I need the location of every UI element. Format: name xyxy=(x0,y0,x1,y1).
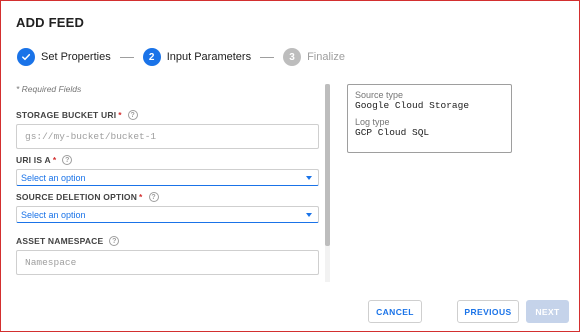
log-type-label: Log type xyxy=(355,117,390,127)
help-icon[interactable]: ? xyxy=(109,236,120,246)
previous-button[interactable]: PREVIOUS xyxy=(457,300,519,323)
source-type-label: Source type xyxy=(355,90,404,100)
uri-is-a-label: URI IS A * ? xyxy=(16,155,73,165)
step-set-properties[interactable]: Set Properties xyxy=(17,48,111,66)
check-icon xyxy=(17,48,35,66)
step-number: 3 xyxy=(283,48,302,66)
step-number: 2 xyxy=(142,48,161,66)
asset-namespace-label: ASSET NAMESPACE ? xyxy=(16,236,120,246)
step-label: Finalize xyxy=(307,51,345,63)
storage-bucket-uri-input[interactable]: gs://my-bucket/bucket-1 xyxy=(16,124,319,149)
caret-down-icon xyxy=(306,212,312,217)
storage-bucket-uri-label: STORAGE BUCKET URI * ? xyxy=(16,110,138,120)
scrollbar-thumb[interactable] xyxy=(325,84,330,246)
uri-is-a-select[interactable]: Select an option xyxy=(16,169,319,186)
step-finalize: 3 Finalize xyxy=(283,48,345,66)
required-fields-note: * Required Fields xyxy=(16,84,82,94)
step-label: Input Parameters xyxy=(166,51,252,63)
caret-down-icon xyxy=(306,175,312,180)
source-deletion-option-label: SOURCE DELETION OPTION * ? xyxy=(16,192,159,202)
help-icon[interactable]: ? xyxy=(127,110,138,120)
stepper: Set Properties 2 Input Parameters 3 Fina… xyxy=(17,46,345,68)
step-divider xyxy=(260,56,275,58)
help-icon[interactable]: ? xyxy=(62,155,73,165)
step-divider xyxy=(119,56,134,58)
step-label: Set Properties xyxy=(41,51,111,63)
next-button[interactable]: NEXT xyxy=(526,300,569,323)
source-type-value: Google Cloud Storage xyxy=(355,100,470,111)
feed-info-panel: Source type Google Cloud Storage Log typ… xyxy=(347,84,512,153)
log-type-value: GCP Cloud SQL xyxy=(355,127,430,138)
source-deletion-option-select[interactable]: Select an option xyxy=(16,206,319,223)
step-input-parameters[interactable]: 2 Input Parameters xyxy=(142,48,252,66)
cancel-button[interactable]: CANCEL xyxy=(368,300,422,323)
asset-namespace-input[interactable]: Namespace xyxy=(16,250,319,275)
help-icon[interactable]: ? xyxy=(148,192,159,202)
dialog-title: ADD FEED xyxy=(16,15,85,30)
